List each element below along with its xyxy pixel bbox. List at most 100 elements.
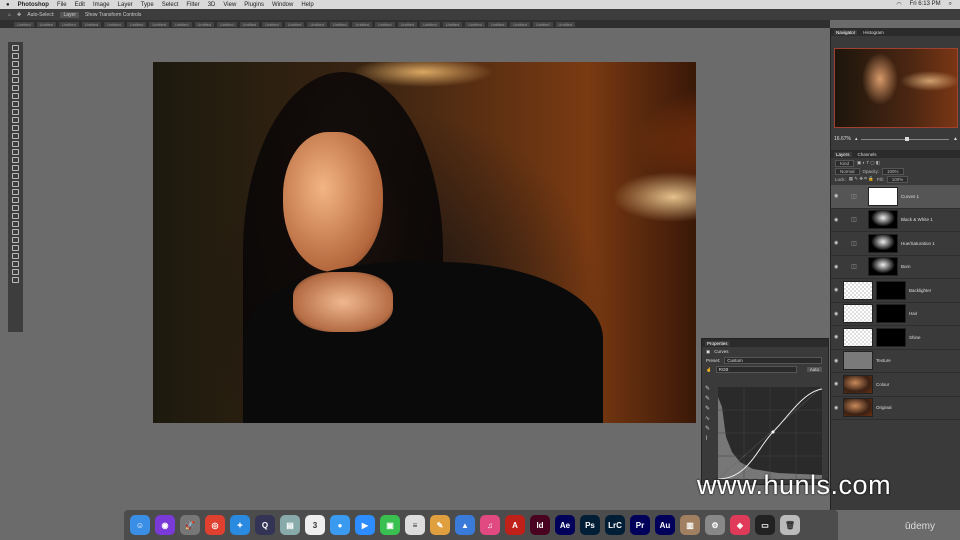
layer-mask-thumbnail[interactable]	[876, 327, 906, 347]
visibility-eye-icon[interactable]: ◉	[834, 264, 840, 270]
navigator-preview[interactable]	[834, 48, 958, 128]
auto-button[interactable]: Auto	[806, 367, 822, 372]
dock-messenger[interactable]: ●	[330, 515, 350, 535]
curves-graph[interactable]	[718, 387, 822, 479]
tool-icon[interactable]	[12, 85, 19, 91]
tool-icon[interactable]	[12, 61, 19, 67]
layer-row[interactable]: ◉ Original	[831, 397, 960, 420]
dock-archive[interactable]: ▥	[680, 515, 700, 535]
dock-quicktime[interactable]: Q	[255, 515, 275, 535]
document-tab[interactable]: Untitled	[104, 21, 124, 27]
filter-kind-dropdown[interactable]: Kind	[835, 159, 855, 167]
document-tab[interactable]: Untitled	[375, 21, 395, 27]
dock-siri[interactable]: ◉	[155, 515, 175, 535]
tool-icon[interactable]	[12, 93, 19, 99]
dock-Id[interactable]: Id	[530, 515, 550, 535]
menu-plugins[interactable]: Plugins	[244, 2, 264, 8]
tool-icon[interactable]	[12, 101, 19, 107]
document-tab[interactable]: Untitled	[262, 21, 282, 27]
layer-name[interactable]: Hair	[909, 311, 917, 316]
target-adjust-icon[interactable]: ☝	[706, 367, 712, 373]
fill-field[interactable]: 100%	[886, 175, 909, 183]
document-tab[interactable]: Untitled	[284, 21, 305, 27]
tab-channels[interactable]: Channels	[858, 152, 877, 157]
layer-thumbnail[interactable]	[843, 280, 873, 300]
layer-thumbnail[interactable]	[843, 374, 873, 394]
menu-filter[interactable]: Filter	[186, 2, 199, 8]
tool-icon[interactable]	[12, 117, 19, 123]
layer-name[interactable]: Black & White 1	[901, 217, 933, 222]
layer-row[interactable]: ◉ Hair	[831, 303, 960, 326]
zoom-out-icon[interactable]: ▴	[855, 136, 858, 142]
layer-name[interactable]: Colour	[876, 382, 889, 387]
dock-calendar[interactable]: 3	[305, 515, 325, 535]
layer-thumbnail[interactable]	[843, 398, 873, 418]
layer-name[interactable]: Original	[876, 405, 892, 410]
clock[interactable]: Fri 6:13 PM	[910, 1, 941, 8]
layer-row[interactable]: ◉ Colour	[831, 373, 960, 397]
menu-type[interactable]: Type	[141, 2, 154, 8]
dock-launchpad[interactable]: 🚀	[180, 515, 200, 535]
wifi-icon[interactable]: ◠	[896, 1, 901, 8]
tab-navigator[interactable]: Navigator	[834, 29, 858, 35]
tool-icon[interactable]	[12, 77, 19, 83]
dock-Ae[interactable]: Ae	[555, 515, 575, 535]
tab-histogram[interactable]: Histogram	[863, 30, 884, 35]
visibility-eye-icon[interactable]: ◉	[834, 334, 840, 340]
tab-layers[interactable]: Layers	[834, 151, 852, 157]
layer-row[interactable]: ◉ ◫ Curves 1	[831, 185, 960, 209]
layer-name[interactable]: Backlighter	[909, 288, 931, 293]
layer-row[interactable]: ◉ ◫ Hue/Saturation 1	[831, 232, 960, 256]
tool-icon[interactable]	[12, 277, 19, 283]
layer-name[interactable]: Hue/Saturation 1	[901, 241, 935, 246]
layer-row[interactable]: ◉ ◫ Burn	[831, 256, 960, 279]
layer-thumbnail[interactable]	[843, 327, 873, 347]
dock-screen[interactable]: ▭	[755, 515, 775, 535]
tool-icon[interactable]	[12, 229, 19, 235]
dock-Ps[interactable]: Ps	[580, 515, 600, 535]
tool-icon[interactable]	[12, 269, 19, 275]
tool-icon[interactable]	[12, 253, 19, 259]
move-tool-icon[interactable]: ✥	[17, 12, 21, 18]
zoom-in-icon[interactable]: ▲	[953, 136, 958, 142]
dock-chrome[interactable]: ◎	[205, 515, 225, 535]
layer-row[interactable]: ◉ Backlighter	[831, 279, 960, 303]
document-tab[interactable]: Untitled	[487, 21, 508, 27]
layer-mask-thumbnail[interactable]	[868, 210, 898, 230]
menu-edit[interactable]: Edit	[75, 2, 85, 8]
document-tab[interactable]: Untitled	[465, 21, 485, 27]
layer-dropdown[interactable]: Layer	[60, 11, 79, 18]
layer-mask-thumbnail[interactable]	[868, 186, 898, 206]
document-tab[interactable]: Untitled	[329, 21, 350, 27]
tool-icon[interactable]	[12, 149, 19, 155]
dock-trash[interactable]: 🗑	[780, 515, 800, 535]
dock-pages[interactable]: ✎	[430, 515, 450, 535]
tool-icon[interactable]	[12, 237, 19, 243]
menu-file[interactable]: File	[57, 2, 67, 8]
document-tab[interactable]: Untitled	[36, 21, 57, 27]
tool-icon[interactable]	[12, 197, 19, 203]
dock-facetime[interactable]: ▣	[380, 515, 400, 535]
opacity-field[interactable]: 100%	[882, 167, 904, 175]
document-tab[interactable]: Untitled	[307, 21, 327, 27]
tool-icon[interactable]	[12, 261, 19, 267]
visibility-eye-icon[interactable]: ◉	[834, 217, 840, 223]
visibility-eye-icon[interactable]: ◉	[834, 311, 840, 317]
dock-LrC[interactable]: LrC	[605, 515, 625, 535]
document-tab[interactable]: Untitled	[397, 21, 418, 27]
tool-icon[interactable]	[12, 221, 19, 227]
layer-name[interactable]: Burn	[901, 264, 911, 269]
tool-icon[interactable]	[12, 213, 19, 219]
auto-select-checkbox[interactable]: Auto-Select:	[27, 12, 54, 18]
layer-name[interactable]: Curves 1	[901, 194, 919, 199]
layer-mask-thumbnail[interactable]	[876, 280, 906, 300]
menu-layer[interactable]: Layer	[118, 2, 133, 8]
spotlight-icon[interactable]: ⌕	[949, 1, 952, 8]
tool-icon[interactable]	[12, 205, 19, 211]
document-tab[interactable]: Untitled	[217, 21, 237, 27]
tool-icon[interactable]	[12, 189, 19, 195]
document-tab[interactable]: Untitled	[149, 21, 169, 27]
tool-icon[interactable]	[12, 165, 19, 171]
visibility-eye-icon[interactable]: ◉	[834, 405, 840, 411]
dock-finder[interactable]: ☺	[130, 515, 150, 535]
